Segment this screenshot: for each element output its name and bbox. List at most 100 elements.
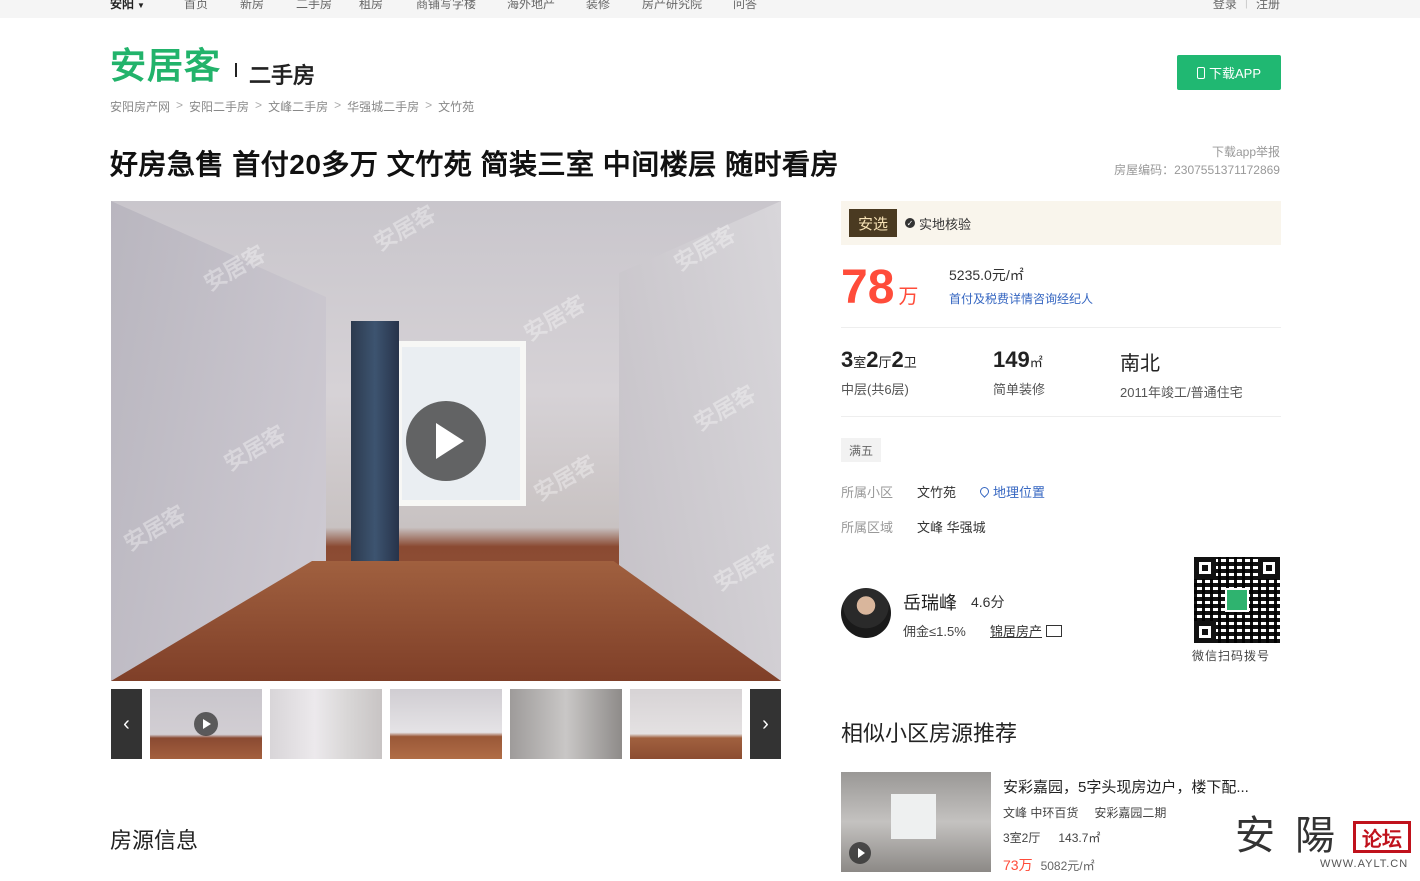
thumbnail-next-button[interactable]: ›: [750, 689, 781, 759]
breadcrumb-separator: >: [425, 98, 433, 112]
similar-listing-price: 73万 5082元/㎡: [1003, 855, 1095, 875]
feature-tag: 满五: [841, 438, 882, 462]
community-link[interactable]: 文竹苑: [917, 482, 956, 501]
orientation-value: 南北: [1120, 353, 1160, 375]
qr-corner: [1194, 621, 1216, 643]
rooms-value: 3室2厅2卫: [841, 347, 917, 373]
location-link-text: 地理位置: [993, 485, 1046, 500]
region-row: 所属区域 文峰 华强城: [841, 517, 986, 536]
report-link[interactable]: 下载app举报: [1212, 143, 1280, 160]
thumbnail[interactable]: [630, 689, 742, 759]
thumbnail[interactable]: [148, 687, 264, 761]
payment-consult-link[interactable]: 首付及税费详情咨询经纪人: [949, 290, 1093, 307]
decoration-info: 简单装修: [993, 382, 1046, 397]
nav-link-new[interactable]: 新房: [240, 0, 296, 12]
agent-company-name: 锦居房产: [990, 624, 1043, 639]
photo-curtain: [351, 321, 399, 601]
unit-price: 5235.0元/㎡: [949, 267, 1024, 283]
forum-watermark: 安陽 论坛 WWW.AYLT.CN: [1235, 803, 1411, 870]
similar-listing-title[interactable]: 安彩嘉园，5字头现房边户，楼下配...: [1003, 776, 1273, 797]
breadcrumb-item[interactable]: 安阳房产网: [110, 98, 170, 115]
photo-window: [891, 794, 936, 839]
similar-listing-photo[interactable]: [841, 772, 991, 872]
channel-title: 二手房: [249, 63, 316, 88]
nav-link-qa[interactable]: 问答: [733, 0, 757, 12]
watermark-text: 安居客: [519, 290, 590, 346]
thumbnail-prev-button[interactable]: ‹: [111, 689, 142, 759]
anxuan-badge: 安选: [849, 209, 897, 237]
video-play-button[interactable]: [406, 401, 486, 481]
main-photo[interactable]: 安居客 安居客 安居客 安居客 安居客 安居客 安居客 安居客 安居客: [111, 201, 781, 681]
agent-commission: 佣金≤1.5%: [903, 624, 966, 639]
area-value-row: 149㎡: [993, 347, 1045, 373]
agent-avatar[interactable]: [841, 588, 891, 638]
similar-listings-heading: 相似小区房源推荐: [841, 721, 1018, 746]
similar-listing-district: 文峰 中环百货: [1003, 806, 1079, 820]
breadcrumb-item[interactable]: 文峰二手房: [268, 98, 328, 115]
verify-text: 实地核验: [919, 216, 972, 232]
breadcrumb-separator: >: [176, 98, 184, 112]
verify-label: ✓ 实地核验: [905, 214, 971, 233]
similar-listing-layout: 3室2厅: [1003, 831, 1041, 845]
login-link[interactable]: 登录: [1213, 0, 1237, 12]
thumbnail[interactable]: [270, 689, 382, 759]
build-year-info: 2011年竣工/普通住宅: [1120, 385, 1243, 400]
listing-title: 好房急售 首付20多万 文竹苑 简装三室 中间楼层 随时看房: [110, 149, 840, 180]
thumbnail-strip: ‹ ›: [111, 687, 781, 761]
agent-score: 4.6分: [971, 594, 1005, 610]
verification-bar: 安选 ✓ 实地核验: [841, 201, 1281, 245]
qr-corner: [1258, 557, 1280, 579]
location-link[interactable]: 地理位置: [978, 482, 1046, 501]
similar-listing-area: 143.7㎡: [1058, 831, 1101, 845]
forum-watermark-site: WWW.AYLT.CN: [1320, 858, 1409, 870]
house-info-heading: 房源信息: [110, 828, 199, 853]
similar-listing-location: 文峰 中环百货 安彩嘉园二期: [1003, 804, 1166, 821]
price-value: 78: [841, 261, 895, 314]
logo-divider: [235, 63, 237, 77]
city-name: 安阳: [110, 0, 135, 11]
area-unit: ㎡: [1029, 355, 1043, 370]
bedroom-count: 3: [841, 347, 854, 372]
livingroom-count: 2: [866, 347, 879, 372]
phone-icon: [1196, 66, 1205, 79]
site-logo[interactable]: 安居客: [110, 46, 221, 86]
qr-logo-icon: [1225, 588, 1249, 612]
business-card-icon: [1046, 624, 1063, 637]
similar-listing-unit-price: 5082元/㎡: [1040, 859, 1095, 873]
auth-divider: |: [1244, 0, 1248, 9]
nav-link-decoration[interactable]: 装修: [586, 0, 642, 12]
agent-name[interactable]: 岳瑞峰: [903, 589, 957, 615]
breadcrumb-item[interactable]: 华强城二手房: [347, 98, 419, 115]
house-code: 房屋编码：2307551371172869: [1114, 163, 1280, 177]
region-value[interactable]: 文峰 华强城: [917, 517, 986, 536]
chevron-left-icon: ‹: [123, 712, 130, 735]
download-app-button[interactable]: 下载APP: [1177, 55, 1281, 90]
agent-company-link[interactable]: 锦居房产: [990, 621, 1063, 640]
nav-link-rent[interactable]: 租房: [359, 0, 416, 12]
breadcrumb-separator: >: [334, 98, 342, 112]
city-selector[interactable]: 安阳 ▼: [110, 0, 145, 12]
nav-link-research[interactable]: 房产研究院: [642, 0, 733, 12]
download-app-label: 下载APP: [1208, 66, 1261, 81]
chevron-right-icon: ›: [762, 712, 769, 735]
orientation-stat: 南北 2011年竣工/普通住宅: [1120, 347, 1243, 401]
register-link[interactable]: 注册: [1256, 0, 1280, 12]
livingroom-unit: 厅: [878, 355, 892, 370]
nav-link-second-hand[interactable]: 二手房: [296, 0, 359, 12]
nav-link-overseas[interactable]: 海外地产: [507, 0, 586, 12]
similar-listing-community: 安彩嘉园二期: [1094, 806, 1167, 820]
location-pin-icon: [978, 485, 991, 498]
thumbnail[interactable]: [390, 689, 502, 759]
similar-listing-specs: 3室2厅 143.7㎡: [1003, 829, 1100, 846]
region-label: 所属区域: [841, 520, 894, 535]
bathroom-unit: 卫: [903, 355, 917, 370]
breadcrumb-item[interactable]: 文竹苑: [438, 98, 474, 115]
wechat-qr-code: [1194, 557, 1280, 643]
forum-watermark-chars: 安陽: [1235, 813, 1355, 859]
breadcrumb-item[interactable]: 安阳二手房: [189, 98, 249, 115]
breadcrumb-separator: >: [255, 98, 263, 112]
nav-link-commercial[interactable]: 商铺写字楼: [416, 0, 507, 12]
nav-link-home[interactable]: 首页: [184, 0, 240, 12]
thumbnail-list: [148, 687, 742, 761]
thumbnail[interactable]: [510, 689, 622, 759]
